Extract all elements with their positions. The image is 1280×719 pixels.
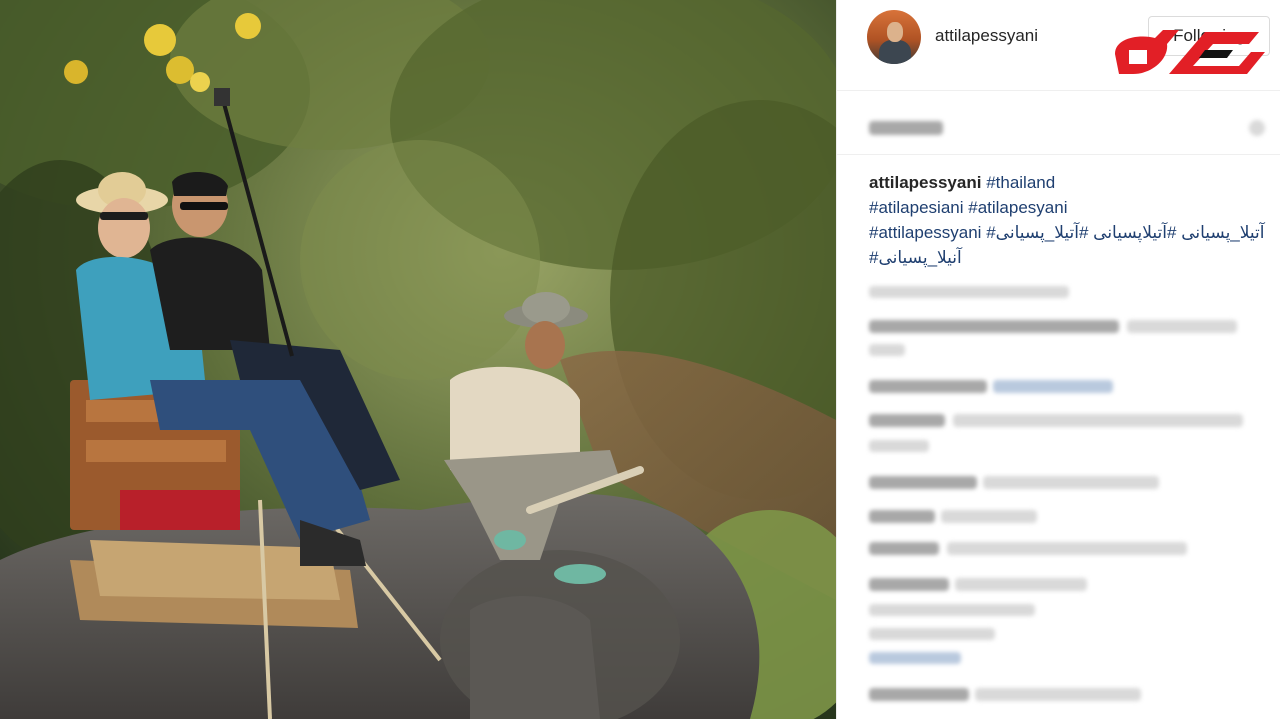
blurred-comment-mention (993, 380, 1113, 393)
blurred-comment-text (955, 578, 1087, 591)
blurred-comment-text (869, 440, 929, 452)
blurred-comment-text (947, 542, 1187, 555)
hashtag[interactable]: #attilapessyani (869, 223, 981, 242)
hashtag[interactable]: #آتیلاپسیانی (1093, 223, 1176, 242)
avatar-face (887, 22, 903, 42)
hashtag[interactable]: #آتیلا_پسیانی (996, 223, 1089, 242)
post-caption: attilapessyani #thailand #atilapesiani #… (869, 170, 1264, 270)
username-link[interactable]: attilapessyani (935, 26, 1038, 46)
brand-logo (1115, 30, 1265, 74)
blurred-timestamp (869, 286, 1069, 298)
blurred-comment-author (869, 414, 945, 427)
blurred-comment-author (869, 688, 969, 701)
caption-author[interactable]: attilapessyani (869, 173, 981, 192)
avatar-shirt (879, 40, 911, 64)
caption-line-2: #atilapesiani #atilapesyani (869, 195, 1249, 220)
caption-line-1: attilapessyani #thailand (869, 170, 1249, 195)
blurred-comment-text (1127, 320, 1237, 333)
blurred-comment-text (869, 604, 1035, 616)
blurred-comment-author (869, 510, 935, 523)
hashtag[interactable]: #thailand (986, 173, 1055, 192)
post-photo[interactable] (0, 0, 836, 719)
blurred-comment-text (953, 414, 1243, 427)
blurred-comment-author (869, 578, 949, 591)
elephant-ride-photo (0, 0, 836, 719)
avatar[interactable] (867, 10, 921, 64)
caption-line-3: #attilapessyani #آتیلا_پسیانی #آتیلاپسیا… (869, 220, 1264, 245)
hashtag[interactable]: #آنیلا_پسیانی (869, 248, 962, 267)
post-header: attilapessyani Following (837, 0, 1280, 91)
blurred-comment-author (869, 542, 939, 555)
blurred-comment-text (869, 344, 905, 356)
blurred-comment-text (975, 688, 1141, 701)
hashtag[interactable]: #atilapesiani (869, 198, 964, 217)
blurred-comment-mention (869, 652, 961, 664)
blurred-comment-author (869, 320, 1119, 333)
hashtag[interactable]: #atilapesyani (968, 198, 1067, 217)
blurred-location (869, 121, 943, 135)
blurred-comment-text (941, 510, 1037, 523)
blurred-more-icon (1249, 120, 1265, 136)
blurred-comment-text (869, 628, 995, 640)
blurred-comment-author (869, 380, 987, 393)
blurred-comment-text (983, 476, 1159, 489)
divider (837, 154, 1280, 155)
post-sidebar: attilapessyani Following attilapessyani … (836, 0, 1280, 719)
caption-line-4: #آنیلا_پسیانی (869, 245, 1249, 270)
blurred-comment-author (869, 476, 977, 489)
